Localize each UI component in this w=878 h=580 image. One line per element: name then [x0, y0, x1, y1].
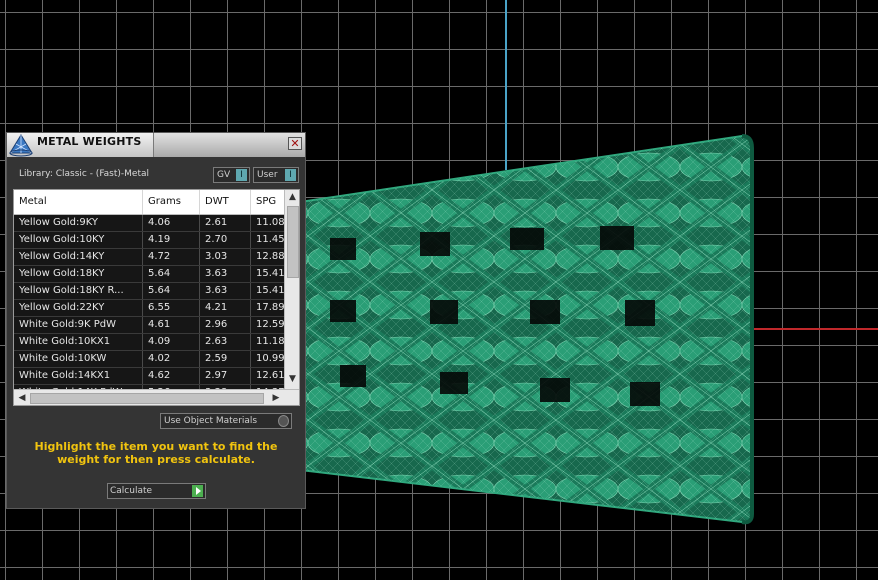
user-toggle-knob-icon: I: [285, 169, 296, 181]
table-row[interactable]: Yellow Gold:14KY 4.72 3.03 12.88: [14, 249, 284, 266]
cell-metal: White Gold:10KW: [14, 351, 143, 367]
close-button[interactable]: ✕: [288, 137, 302, 150]
cell-metal: Yellow Gold:18KY: [14, 266, 143, 282]
library-label: Library: Classic - (Fast)-Metal: [19, 169, 150, 179]
metal-weights-panel: METAL WEIGHTS ✕ Library: Classic - (Fast…: [6, 132, 306, 509]
scroll-down-icon[interactable]: ▼: [285, 374, 299, 386]
calculate-label: Calculate: [110, 486, 153, 496]
table-row[interactable]: White Gold:9K PdW 4.61 2.96 12.59: [14, 317, 284, 334]
table-body: Yellow Gold:9KY 4.06 2.61 11.08 Yellow G…: [14, 215, 284, 402]
column-header-dwt[interactable]: DWT: [200, 190, 251, 214]
radio-knob-icon: [278, 415, 289, 427]
gv-toggle-knob-icon: I: [236, 169, 247, 181]
column-header-metal[interactable]: Metal: [14, 190, 143, 214]
cell-metal: White Gold:14KX1: [14, 368, 143, 384]
cell-spg: 12.88: [256, 251, 284, 262]
user-toggle[interactable]: User I: [253, 167, 299, 183]
horizontal-scrollbar[interactable]: ◀ ▶: [14, 389, 299, 405]
cell-metal: Yellow Gold:9KY: [14, 215, 143, 231]
cell-spg: 12.59: [256, 319, 284, 330]
table-row[interactable]: Yellow Gold:18KY R... 5.64 3.63 15.41: [14, 283, 284, 300]
cell-spg: 10.99: [256, 353, 284, 364]
cell-dwt: 2.59: [200, 351, 251, 367]
gv-toggle[interactable]: GV I: [213, 167, 250, 183]
cell-dwt: 2.96: [200, 317, 251, 333]
cell-spg: 17.89: [256, 302, 284, 313]
play-arrow-icon: [192, 485, 203, 497]
cell-grams: 4.62: [143, 368, 200, 384]
cell-grams: 4.61: [143, 317, 200, 333]
cell-grams: 6.55: [143, 300, 200, 316]
horizontal-scroll-thumb[interactable]: [30, 393, 264, 404]
cell-grams: 5.64: [143, 266, 200, 282]
calculate-button[interactable]: Calculate: [107, 483, 206, 499]
cell-spg: 11.18: [256, 336, 284, 347]
table-row[interactable]: White Gold:10KW 4.02 2.59 10.99: [14, 351, 284, 368]
table-row[interactable]: Yellow Gold:18KY 5.64 3.63 15.41: [14, 266, 284, 283]
close-icon: ✕: [290, 137, 300, 150]
cell-metal: White Gold:9K PdW: [14, 317, 143, 333]
cell-metal: Yellow Gold:18KY R...: [14, 283, 143, 299]
panel-titlebar[interactable]: METAL WEIGHTS ✕: [7, 133, 305, 157]
table-row[interactable]: Yellow Gold:22KY 6.55 4.21 17.89: [14, 300, 284, 317]
cell-dwt: 3.63: [200, 283, 251, 299]
cell-spg: 15.41: [256, 285, 284, 296]
scroll-left-icon[interactable]: ◀: [16, 391, 28, 405]
table-row[interactable]: White Gold:14KX1 4.62 2.97 12.61: [14, 368, 284, 385]
table-header: Metal Grams DWT SPG: [14, 190, 284, 215]
cell-spg: 15.41: [256, 268, 284, 279]
column-header-grams[interactable]: Grams: [143, 190, 200, 214]
cell-grams: 4.19: [143, 232, 200, 248]
gv-toggle-label: GV: [217, 170, 231, 180]
use-object-materials-label: Use Object Materials: [164, 416, 258, 426]
cell-dwt: 3.63: [200, 266, 251, 282]
cell-dwt: 2.63: [200, 334, 251, 350]
cell-spg: 11.08: [256, 217, 284, 228]
cell-grams: 5.64: [143, 283, 200, 299]
table-row[interactable]: Yellow Gold:9KY 4.06 2.61 11.08: [14, 215, 284, 232]
cell-spg: 12.61: [256, 370, 284, 381]
cell-dwt: 2.97: [200, 368, 251, 384]
cell-spg: 11.45: [256, 234, 284, 245]
table-row[interactable]: White Gold:10KX1 4.09 2.63 11.18: [14, 334, 284, 351]
column-header-spg[interactable]: SPG: [251, 190, 284, 214]
cell-dwt: 4.21: [200, 300, 251, 316]
cell-metal: Yellow Gold:22KY: [14, 300, 143, 316]
vertical-scrollbar[interactable]: ▲ ▼: [284, 190, 299, 389]
cell-grams: 4.09: [143, 334, 200, 350]
table-row[interactable]: Yellow Gold:10KY 4.19 2.70 11.45: [14, 232, 284, 249]
panel-title: METAL WEIGHTS: [37, 135, 142, 148]
cell-grams: 4.72: [143, 249, 200, 265]
cell-grams: 4.06: [143, 215, 200, 231]
cell-dwt: 2.70: [200, 232, 251, 248]
cell-metal: Yellow Gold:10KY: [14, 232, 143, 248]
app-logo-icon: [9, 134, 33, 157]
instructions-text: Highlight the item you want to find the …: [34, 440, 278, 466]
user-toggle-label: User: [257, 170, 278, 180]
scroll-right-icon[interactable]: ▶: [270, 391, 282, 405]
cell-metal: White Gold:10KX1: [14, 334, 143, 350]
cell-dwt: 3.03: [200, 249, 251, 265]
cell-grams: 4.02: [143, 351, 200, 367]
scroll-up-icon[interactable]: ▲: [285, 192, 299, 204]
metal-weights-table[interactable]: Metal Grams DWT SPG Yellow Gold:9KY 4.06…: [13, 189, 300, 406]
vertical-scroll-thumb[interactable]: [287, 206, 299, 278]
cell-metal: Yellow Gold:14KY: [14, 249, 143, 265]
cell-dwt: 2.61: [200, 215, 251, 231]
title-tab: METAL WEIGHTS: [7, 133, 154, 157]
use-object-materials-toggle[interactable]: Use Object Materials: [160, 413, 292, 429]
